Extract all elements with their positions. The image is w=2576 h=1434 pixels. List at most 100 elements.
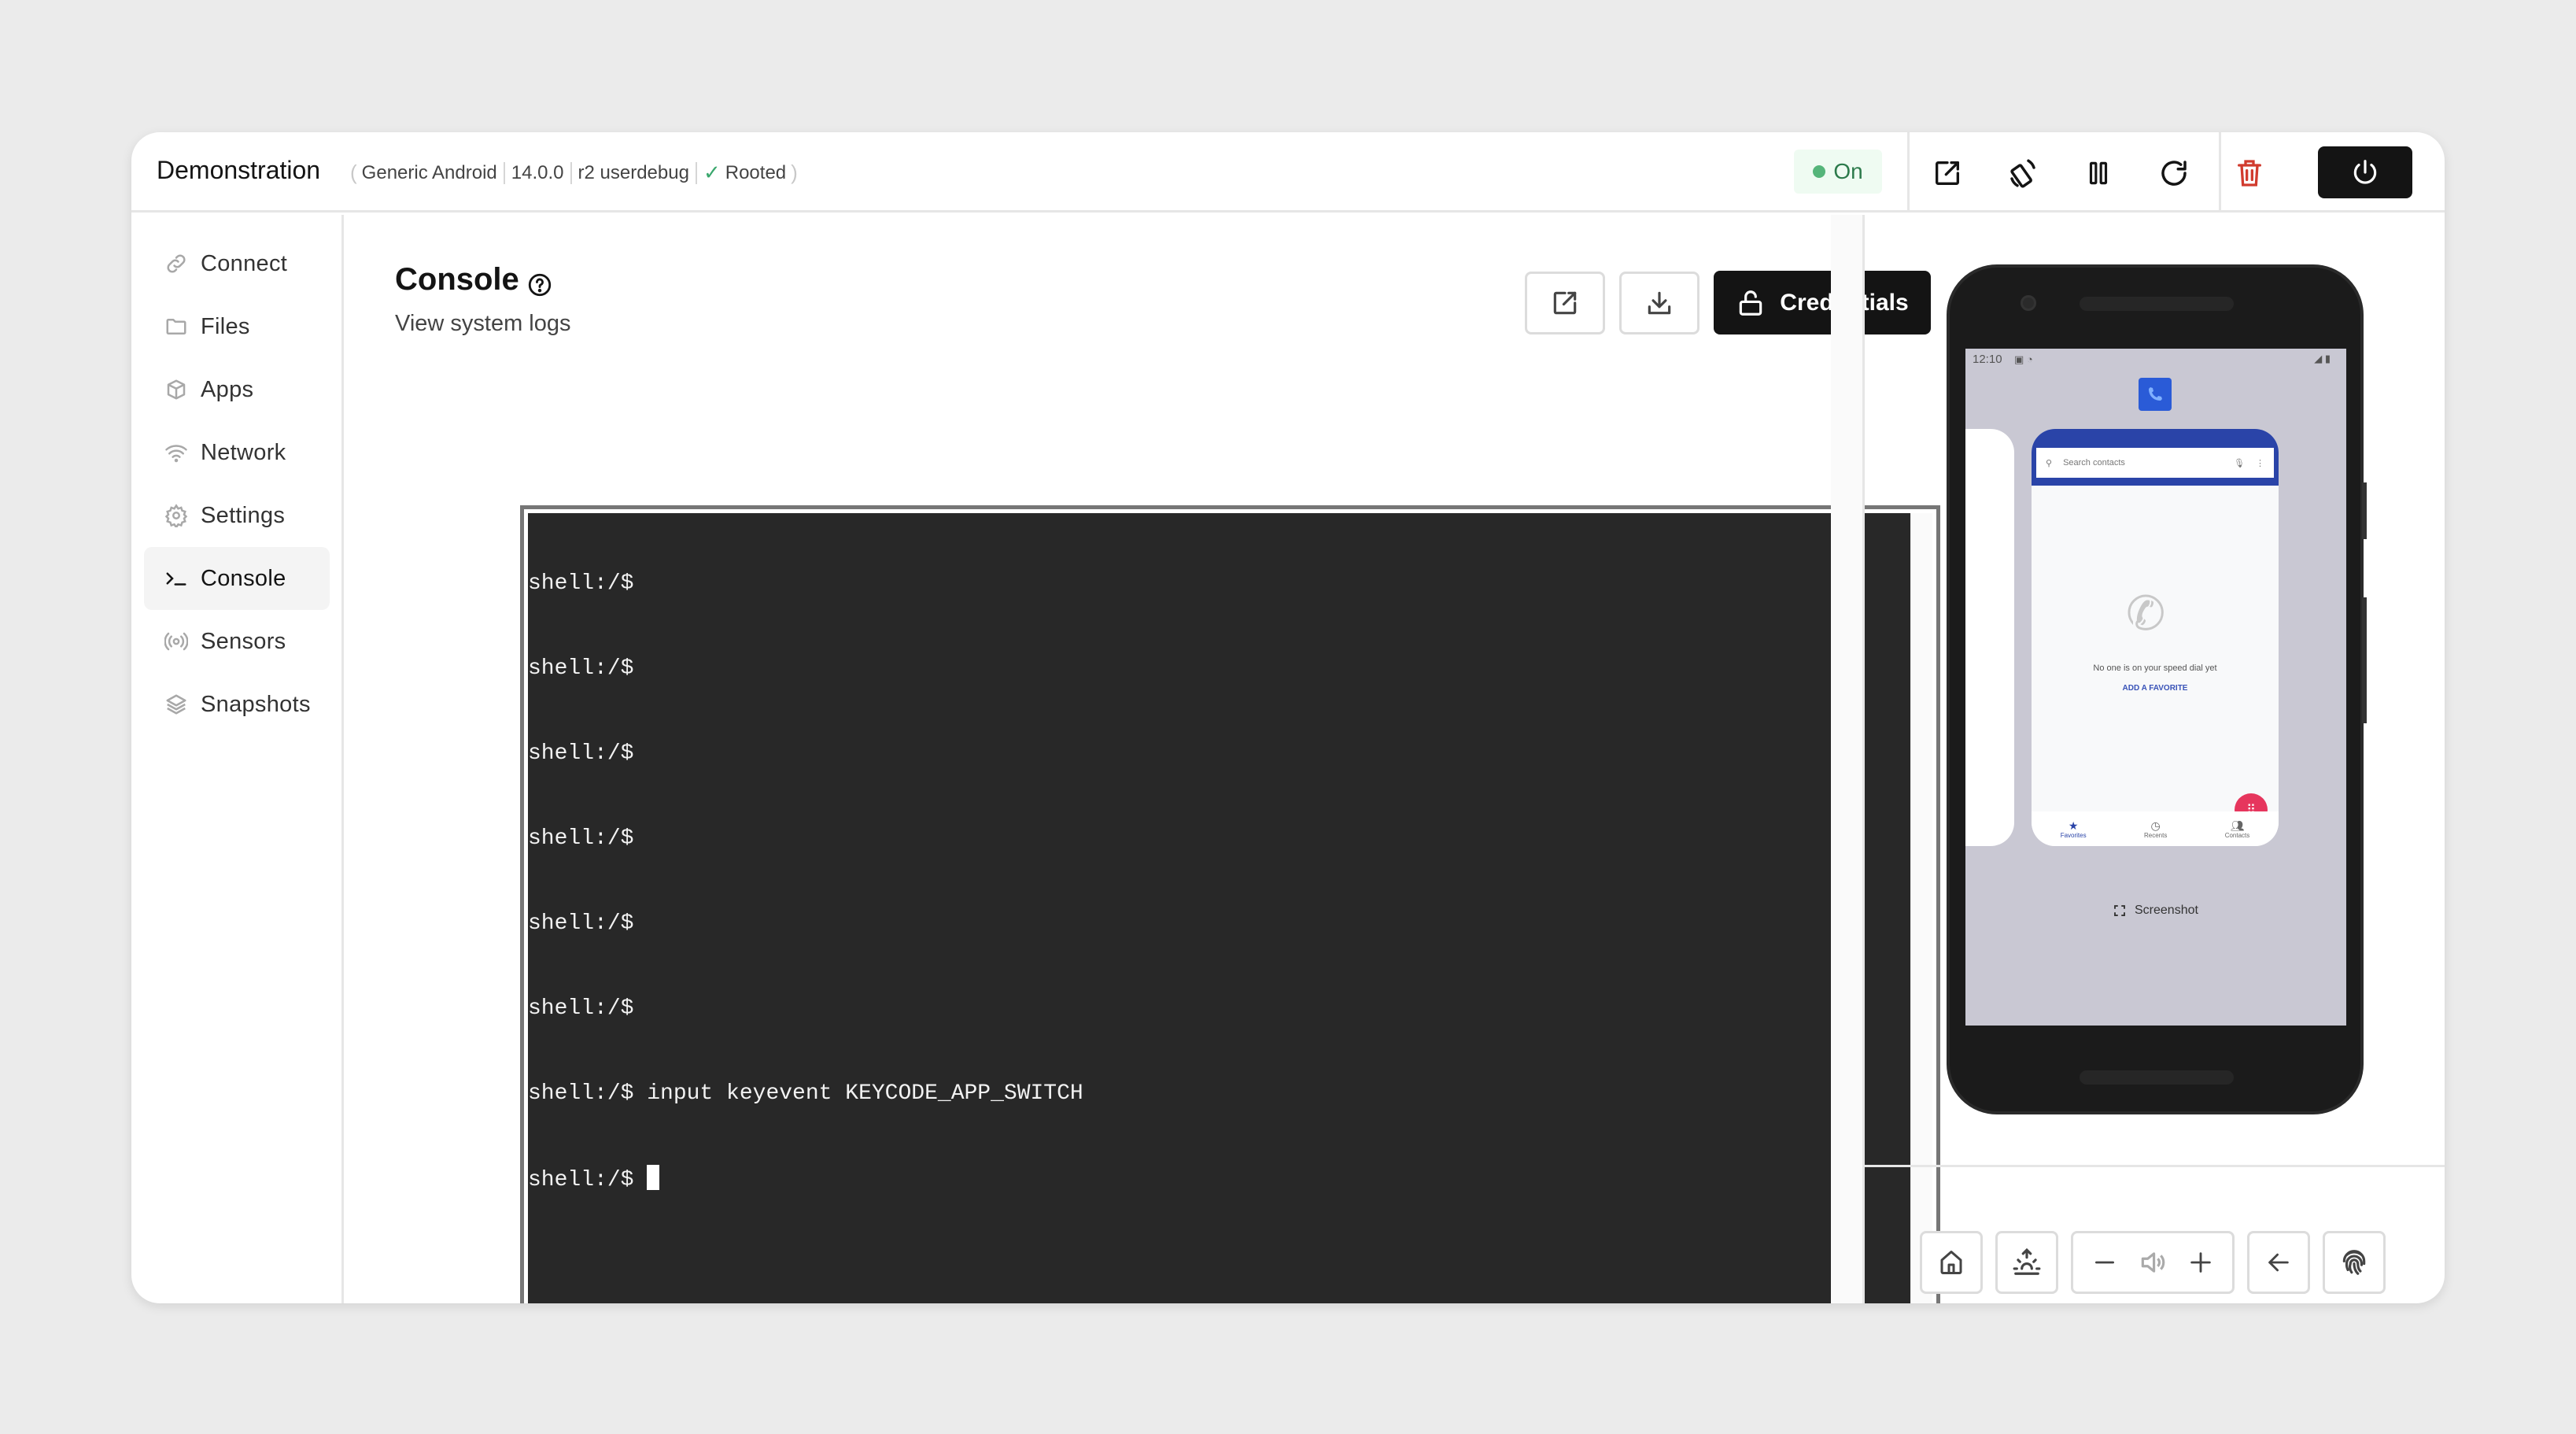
home-icon: [1940, 1251, 1962, 1274]
rotate-button[interactable]: [2001, 151, 2045, 195]
recent-app-card[interactable]: [1965, 429, 2014, 846]
wake-button[interactable]: [1995, 1231, 2058, 1294]
terminal-cursor: [647, 1165, 660, 1190]
speaker-grille: [2080, 1070, 2234, 1085]
speaker-grille: [2080, 297, 2234, 311]
people-icon: 👥︎: [2230, 819, 2245, 832]
volume-control: [2071, 1231, 2235, 1294]
sidebar-item-settings[interactable]: Settings: [144, 484, 330, 547]
search-icon: ⚲: [2046, 458, 2053, 468]
sidebar-item-label: Connect: [201, 250, 288, 276]
terminal-prompt: shell:/$: [528, 1168, 648, 1192]
help-icon[interactable]: [526, 272, 553, 298]
page-subtitle: View system logs: [395, 311, 571, 336]
volume-indicator: [2134, 1244, 2172, 1281]
reload-icon: [2161, 161, 2187, 186]
more-vert-icon: ⋮: [2256, 458, 2264, 468]
volume-down-button[interactable]: [2086, 1244, 2124, 1281]
reload-button[interactable]: [2152, 151, 2196, 195]
console-panel: Console View system logs Credentials she…: [346, 215, 1940, 1303]
back-button[interactable]: [2247, 1231, 2310, 1294]
sidebar-item-sensors[interactable]: Sensors: [144, 610, 330, 673]
sidebar-item-network[interactable]: Network: [144, 421, 330, 484]
tab-recents[interactable]: ◷ Recents: [2144, 819, 2167, 839]
tab-favorites[interactable]: ★ Favorites: [2061, 819, 2087, 839]
app-title: Demonstration: [157, 156, 321, 184]
phone-app-icon[interactable]: [2139, 378, 2172, 411]
pause-button[interactable]: [2076, 151, 2120, 195]
check-icon: ✓: [703, 161, 721, 184]
sidebar-item-files[interactable]: Files: [144, 295, 330, 358]
sidebar-item-console[interactable]: Console: [144, 547, 330, 610]
terminal-icon: [163, 565, 190, 592]
add-favorite-link[interactable]: ADD A FAVORITE: [2032, 684, 2279, 693]
wifi-icon: [163, 439, 190, 466]
sidebar-item-label: Files: [201, 313, 250, 339]
broadcast-icon: [163, 628, 190, 655]
gear-icon: [163, 502, 190, 529]
fingerprint-button[interactable]: [2323, 1231, 2386, 1294]
sidebar-item-label: Snapshots: [201, 691, 311, 717]
phone-volume-keys: [2362, 597, 2367, 723]
power-icon: [2353, 160, 2377, 184]
volume-icon: [2141, 1252, 2165, 1273]
fingerprint-icon: [2342, 1250, 2366, 1275]
dialer-app-card[interactable]: ⚲ Search contacts 🎙︎ ⋮ ✆ No one is on yo…: [2032, 429, 2279, 846]
pause-icon: [2089, 161, 2108, 185]
dialer-bottom-nav: ★ Favorites ◷ Recents 👥︎ Contacts: [2032, 811, 2279, 846]
home-button[interactable]: [1920, 1231, 1983, 1294]
volume-up-icon: [2190, 1252, 2211, 1273]
device-info: ( Generic Android 14.0.0 r2 userdebug ✓ …: [350, 161, 798, 184]
wake-icon: [2013, 1247, 2041, 1275]
star-icon: ★: [2068, 819, 2079, 832]
notification-icons: ▣ ◔: [2014, 353, 2033, 365]
sidebar: Connect Files Apps Network Settings Cons…: [131, 215, 344, 1303]
folder-icon: [163, 313, 190, 340]
page-title: Console: [395, 262, 519, 297]
build-type: r2 userdebug: [578, 161, 689, 183]
open-external-button[interactable]: [1925, 151, 1969, 195]
terminal-line: shell:/$: [528, 996, 634, 1021]
screenshot-icon: [2114, 905, 2125, 916]
signal-battery-icon: ◢ ▮: [2314, 353, 2331, 364]
phone-empty-icon: ✆: [2126, 587, 2166, 640]
device-screen[interactable]: 12:10 ▣ ◔ ◢ ▮ ⚲ Search contacts 🎙︎ ⋮ ✆ N…: [1965, 349, 2346, 1026]
terminal[interactable]: shell:/$ shell:/$ shell:/$ shell:/$ shel…: [520, 505, 1940, 1303]
sidebar-item-label: Sensors: [201, 628, 286, 654]
delete-button[interactable]: [2227, 151, 2272, 195]
empty-speed-dial-text: No one is on your speed dial yet: [2093, 663, 2217, 673]
sidebar-item-snapshots[interactable]: Snapshots: [144, 673, 330, 736]
status-bar-time: 12:10: [1973, 353, 2002, 366]
open-console-button[interactable]: [1525, 272, 1605, 334]
status-badge: On: [1794, 150, 1882, 194]
search-placeholder: Search contacts: [2063, 458, 2125, 468]
sidebar-item-connect[interactable]: Connect: [144, 232, 330, 295]
trash-icon: [2238, 160, 2261, 187]
rotate-device-icon: [2010, 159, 2035, 188]
terminal-prompt-line[interactable]: shell:/$: [528, 1165, 1910, 1193]
camera-icon: [2021, 295, 2036, 311]
external-link-icon: [1936, 161, 1959, 185]
download-logs-button[interactable]: [1619, 272, 1699, 334]
volume-up-button[interactable]: [2182, 1244, 2220, 1281]
package-icon: [163, 376, 190, 403]
terminal-line: shell:/$: [528, 656, 634, 681]
header-bar: Demonstration ( Generic Android 14.0.0 r…: [131, 132, 2445, 213]
sidebar-item-label: Network: [201, 439, 286, 465]
status-dot-icon: [1813, 165, 1826, 178]
device-view: 12:10 ▣ ◔ ◢ ▮ ⚲ Search contacts 🎙︎ ⋮ ✆ N…: [1865, 215, 2445, 1167]
search-contacts-field[interactable]: ⚲ Search contacts 🎙︎ ⋮: [2036, 448, 2274, 478]
power-button[interactable]: [2318, 146, 2412, 198]
volume-down-icon: [2095, 1261, 2115, 1264]
sidebar-item-label: Apps: [201, 376, 254, 402]
sidebar-item-apps[interactable]: Apps: [144, 358, 330, 421]
back-icon: [2268, 1253, 2289, 1272]
tab-contacts[interactable]: 👥︎ Contacts: [2225, 819, 2250, 839]
screenshot-action[interactable]: Screenshot: [2113, 904, 2198, 918]
sidebar-item-label: Console: [201, 565, 286, 591]
terminal-output[interactable]: shell:/$ shell:/$ shell:/$ shell:/$ shel…: [528, 513, 1910, 1303]
root-status: Rooted: [725, 161, 787, 183]
download-icon: [1648, 291, 1671, 315]
terminal-line: shell:/$: [528, 911, 634, 936]
phone-power-key: [2362, 482, 2367, 539]
